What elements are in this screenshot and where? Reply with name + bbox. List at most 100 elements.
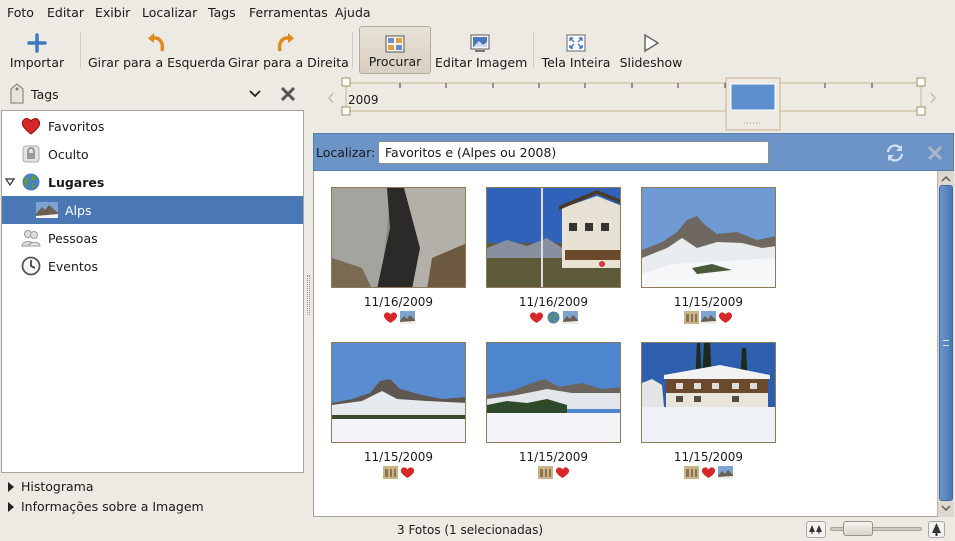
toolbar: Importar Girar para a Esquerda Girar par… [0, 24, 955, 76]
globe-icon [547, 311, 560, 324]
photo-date: 11/15/2009 [363, 450, 434, 464]
edit-image-button[interactable]: Editar Imagem [435, 26, 528, 74]
globe-icon [22, 173, 40, 191]
menu-ajuda[interactable]: Ajuda [335, 5, 371, 20]
find-bar: Localizar: Favoritos e (Alpes ou 2008) [313, 133, 954, 171]
close-icon[interactable] [279, 85, 297, 103]
search-button[interactable]: Procurar [359, 26, 431, 74]
tree-item-label: Lugares [48, 175, 105, 190]
heart-icon [400, 467, 414, 478]
menu-tags[interactable]: Tags [208, 5, 236, 20]
heart-icon [383, 312, 397, 323]
pane-splitter[interactable] [307, 275, 310, 315]
toolbar-separator [80, 32, 81, 68]
timeline-graphic [328, 77, 936, 131]
edit-image-label: Editar Imagem [435, 55, 528, 70]
fullscreen-icon [566, 34, 586, 52]
slideshow-button[interactable]: Slideshow [617, 26, 685, 74]
menu-editar[interactable]: Editar [47, 5, 84, 20]
expander-closed-icon [8, 482, 14, 492]
photo-house-flagpole [487, 188, 620, 287]
vertical-scrollbar[interactable] [937, 171, 954, 517]
menu-localizar[interactable]: Localizar [142, 5, 197, 20]
rotate-left-icon [147, 33, 164, 52]
find-query-text: Favoritos e (Alpes ou 2008) [385, 145, 557, 160]
histogram-expander[interactable]: Histograma [8, 479, 94, 494]
tree-item-pessoas[interactable]: Pessoas [2, 224, 303, 252]
expander-closed-icon [8, 502, 14, 512]
menu-ferramentas[interactable]: Ferramentas [249, 5, 328, 20]
scroll-down-icon[interactable] [941, 504, 951, 512]
tag-icon [10, 83, 24, 104]
photo-thumbnail[interactable] [641, 187, 776, 288]
fullscreen-label: Tela Inteira [541, 55, 611, 70]
scroll-up-icon[interactable] [941, 175, 951, 183]
search-label: Procurar [368, 54, 422, 69]
building-icon [382, 466, 398, 479]
photo-thumbnail[interactable] [331, 187, 466, 288]
tree-item-favoritos[interactable]: Favoritos [2, 112, 303, 140]
building-icon [684, 466, 699, 479]
zoom-slider-handle[interactable] [843, 521, 873, 536]
tree-item-label: Pessoas [48, 231, 98, 246]
scroll-thumb[interactable] [939, 185, 953, 501]
photo-snowy-forest [487, 343, 620, 442]
plus-icon [27, 33, 47, 53]
photo-date: 11/15/2009 [673, 450, 744, 464]
slideshow-label: Slideshow [619, 55, 683, 70]
rotate-right-icon [277, 33, 294, 52]
photo-thumbnail[interactable] [486, 187, 621, 288]
photo-tags [486, 466, 621, 480]
find-query-input[interactable]: Favoritos e (Alpes ou 2008) [378, 141, 769, 164]
mountain-icon [701, 311, 716, 324]
photo-grid: 11/16/2009 11/16/2009 11/15/2009 11/15/2… [313, 171, 954, 517]
tree-item-label: Favoritos [48, 119, 105, 134]
chevron-down-icon[interactable] [249, 89, 261, 99]
tree-item-alps[interactable]: Alps [2, 196, 303, 224]
photo-rock-cliff [332, 188, 465, 287]
toolbar-separator [352, 32, 353, 68]
mountain-icon [718, 466, 733, 479]
tags-selector-label[interactable]: Tags [31, 87, 59, 102]
tree-item-oculto[interactable]: Oculto [2, 140, 303, 168]
import-label: Importar [9, 55, 65, 70]
timeline-right-arrow-icon [930, 92, 936, 104]
expander-open-icon[interactable] [5, 178, 15, 186]
photo-tags [486, 311, 621, 325]
menu-foto[interactable]: Foto [7, 5, 34, 20]
small-trees-icon [809, 525, 822, 534]
find-label: Localizar: [316, 145, 376, 160]
zoom-in-button[interactable] [928, 521, 945, 538]
building-icon [537, 466, 553, 479]
zoom-out-button[interactable] [806, 521, 826, 538]
tree-item-eventos[interactable]: Eventos [2, 252, 303, 280]
tag-tree: Favoritos Oculto Lugares Alps Pessoas Ev… [1, 110, 304, 473]
tree-item-lugares[interactable]: Lugares [2, 168, 303, 196]
lock-icon [22, 145, 40, 163]
rotate-left-button[interactable]: Girar para a Esquerda [88, 26, 226, 74]
photo-tags [641, 311, 776, 325]
heart-icon [21, 118, 41, 135]
mountain-icon [399, 311, 415, 324]
photo-thumbnail[interactable] [641, 342, 776, 443]
photo-date: 11/16/2009 [363, 295, 434, 309]
timeline[interactable]: 2009 [327, 76, 941, 132]
tree-item-label: Oculto [48, 147, 89, 162]
clock-icon [21, 256, 41, 276]
scroll-grip [943, 340, 949, 346]
browse-grid-icon [385, 35, 405, 53]
import-button[interactable]: Importar [6, 26, 68, 74]
photo-thumbnail[interactable] [331, 342, 466, 443]
fullscreen-button[interactable]: Tela Inteira [541, 26, 611, 74]
photo-chalet [642, 343, 775, 442]
menu-bar: Foto Editar Exibir Localizar Tags Ferram… [0, 0, 955, 24]
photo-thumbnail[interactable] [486, 342, 621, 443]
menu-exibir[interactable]: Exibir [95, 5, 130, 20]
refresh-icon[interactable] [885, 143, 905, 163]
tree-item-label: Eventos [48, 259, 98, 274]
rotate-right-button[interactable]: Girar para a Direita [228, 26, 349, 74]
tags-header: Tags [0, 80, 305, 108]
close-find-icon[interactable] [926, 144, 944, 162]
image-info-expander[interactable]: Informações sobre a Imagem [8, 499, 204, 514]
heart-icon [555, 467, 569, 478]
